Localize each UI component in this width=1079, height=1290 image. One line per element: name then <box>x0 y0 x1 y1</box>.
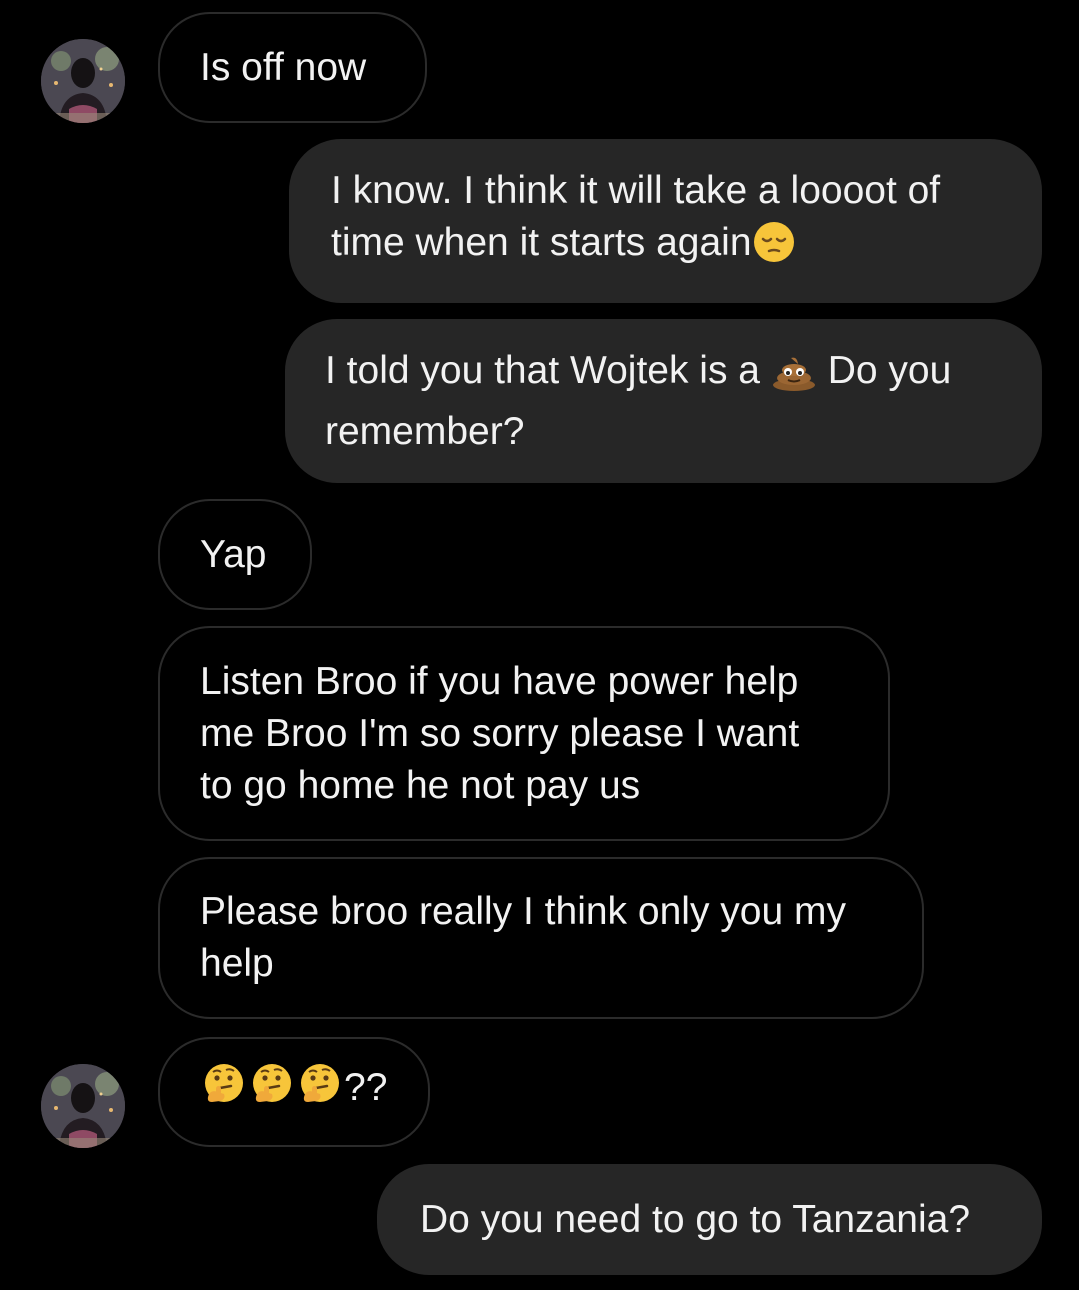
pensive-face-emoji-icon <box>752 220 796 278</box>
message-text: Please broo really I think only you my h… <box>200 890 846 985</box>
message-bubble-received[interactable]: Listen Broo if you have power help me Br… <box>158 626 890 841</box>
message-text: Is off now <box>200 45 367 89</box>
message-bubble-sent[interactable]: I know. I think it will take a loooot of… <box>289 139 1042 303</box>
message-bubble-sent[interactable]: Do you need to go to Tanzania? <box>377 1164 1042 1275</box>
message-bubble-received[interactable]: Yap <box>158 499 312 610</box>
message-text-line1: I know. I think it will take a loooot of <box>331 168 941 212</box>
message-text-line2: time when it starts again <box>331 220 752 264</box>
message-text-line2: remember? <box>325 409 525 453</box>
message-text: ?? <box>200 1061 387 1123</box>
thinking-face-emoji-icon <box>248 1061 296 1123</box>
message-text: I know. I think it will take a loooot of… <box>331 165 940 278</box>
avatar-photo-icon <box>41 39 125 123</box>
message-text-after: Do you <box>827 348 952 392</box>
message-bubble-received[interactable]: Please broo really I think only you my h… <box>158 857 924 1019</box>
message-text-suffix: ?? <box>344 1066 388 1109</box>
message-bubble-received[interactable]: Is off now <box>158 12 427 123</box>
thinking-face-emoji-icon <box>296 1061 344 1123</box>
message-text: Listen Broo if you have power help me Br… <box>200 659 800 807</box>
pile-of-poo-emoji-icon <box>771 352 817 406</box>
contact-avatar[interactable] <box>41 39 125 123</box>
message-text-before: I told you that Wojtek is a <box>325 348 760 392</box>
message-text: Yap <box>200 532 267 576</box>
message-text: Do you need to go to Tanzania? <box>420 1197 971 1241</box>
contact-avatar[interactable] <box>41 1064 125 1148</box>
avatar-photo-icon <box>41 1064 125 1148</box>
thinking-face-emoji-icon <box>200 1061 248 1123</box>
message-bubble-sent[interactable]: I told you that Wojtek is a Do you remem… <box>285 319 1042 483</box>
message-bubble-received[interactable]: ?? <box>158 1037 430 1147</box>
message-text: I told you that Wojtek is a Do you remem… <box>325 345 951 458</box>
